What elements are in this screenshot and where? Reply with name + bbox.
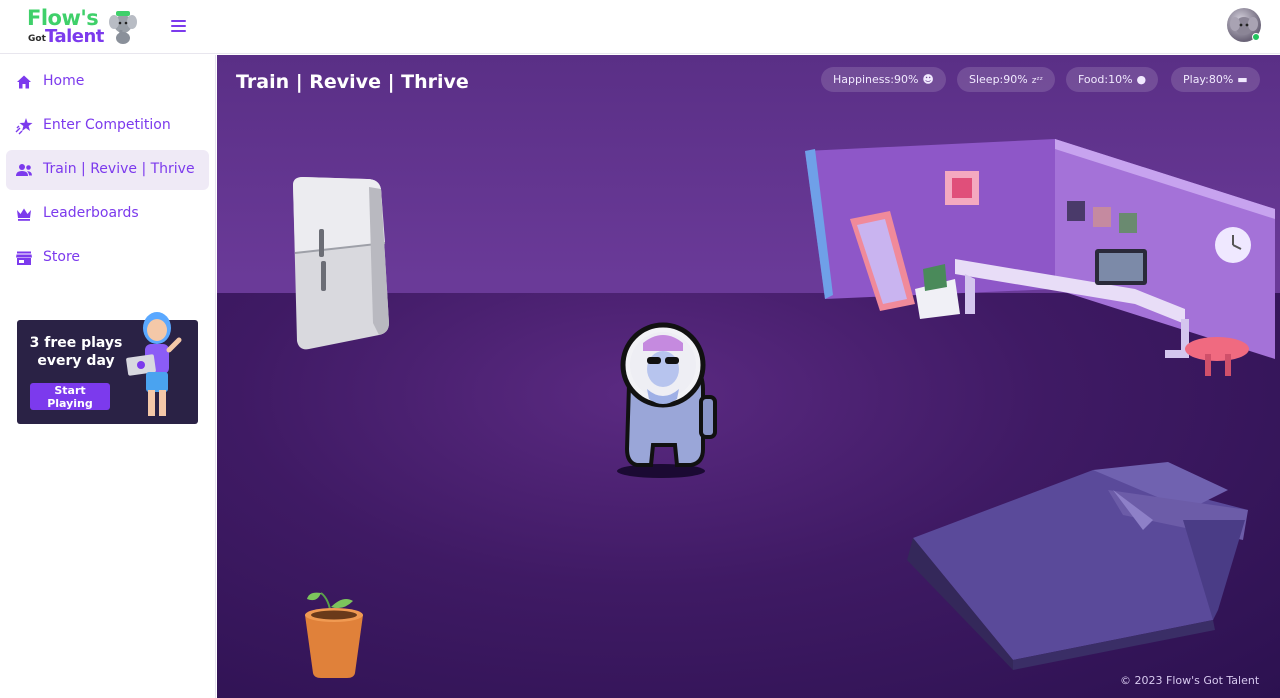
sidebar-item-label: Enter Competition xyxy=(43,117,171,133)
smiley-icon: ☻ xyxy=(922,73,934,86)
start-playing-button[interactable]: Start Playing xyxy=(30,383,110,410)
elephant-mascot-icon xyxy=(109,11,137,44)
potted-plant[interactable] xyxy=(299,585,369,680)
bed[interactable] xyxy=(883,460,1258,670)
top-bar: Flow's Got Talent xyxy=(0,0,1280,54)
sidebar-item-label: Leaderboards xyxy=(43,205,139,221)
happiness-stat-badge: Happiness:90% ☻ xyxy=(821,67,946,92)
sidebar-item-leaderboards[interactable]: Leaderboards xyxy=(6,194,209,234)
gamepad-icon: ▬ xyxy=(1237,73,1248,86)
play-stat-badge: Play:80% ▬ xyxy=(1171,67,1260,92)
room-desk-corner xyxy=(805,139,1275,376)
fridge[interactable] xyxy=(285,173,395,353)
store-icon xyxy=(16,251,32,265)
crown-icon xyxy=(17,208,31,221)
sidebar-item-train-revive-thrive[interactable]: Train | Revive | Thrive xyxy=(6,150,209,190)
logo[interactable]: Flow's Got Talent xyxy=(24,6,142,50)
star-sparkle-icon xyxy=(15,118,33,135)
sidebar-item-label: Home xyxy=(43,73,85,89)
player-character[interactable] xyxy=(611,317,721,479)
zzz-icon: zᶻᶻ xyxy=(1031,76,1044,86)
girl-with-laptop-illustration xyxy=(126,312,182,416)
sleep-stat-badge: Sleep:90% zᶻᶻ xyxy=(957,67,1056,92)
sidebar-item-label: Train | Revive | Thrive xyxy=(43,161,195,177)
menu-button[interactable] xyxy=(168,17,188,37)
people-icon xyxy=(16,164,32,176)
hamburger-menu-icon xyxy=(170,20,186,22)
online-status-dot xyxy=(1252,33,1260,41)
sidebar-item-label: Store xyxy=(43,249,81,265)
promo-text: 3 free plays every day xyxy=(29,335,123,369)
home-icon xyxy=(17,75,31,89)
copyright-footer: © 2023 Flow's Got Talent xyxy=(1120,674,1260,687)
logo-got: Got xyxy=(28,34,46,44)
food-stat-badge: Food:10% ● xyxy=(1066,67,1159,92)
sidebar-item-store[interactable]: Store xyxy=(6,238,209,278)
page-title: Train | Revive | Thrive xyxy=(236,71,469,93)
sidebar: Home Enter Competition Train | Revive | … xyxy=(0,55,216,698)
sidebar-item-enter-competition[interactable]: Enter Competition xyxy=(6,106,209,146)
free-plays-promo-card: 3 free plays every day Start Playing xyxy=(17,312,198,424)
apple-icon: ● xyxy=(1136,73,1147,86)
logo-talent: Talent xyxy=(45,26,104,47)
sidebar-item-home[interactable]: Home xyxy=(6,62,209,102)
game-room-scene[interactable]: Train | Revive | Thrive Happiness:90% ☻ S… xyxy=(217,55,1280,698)
